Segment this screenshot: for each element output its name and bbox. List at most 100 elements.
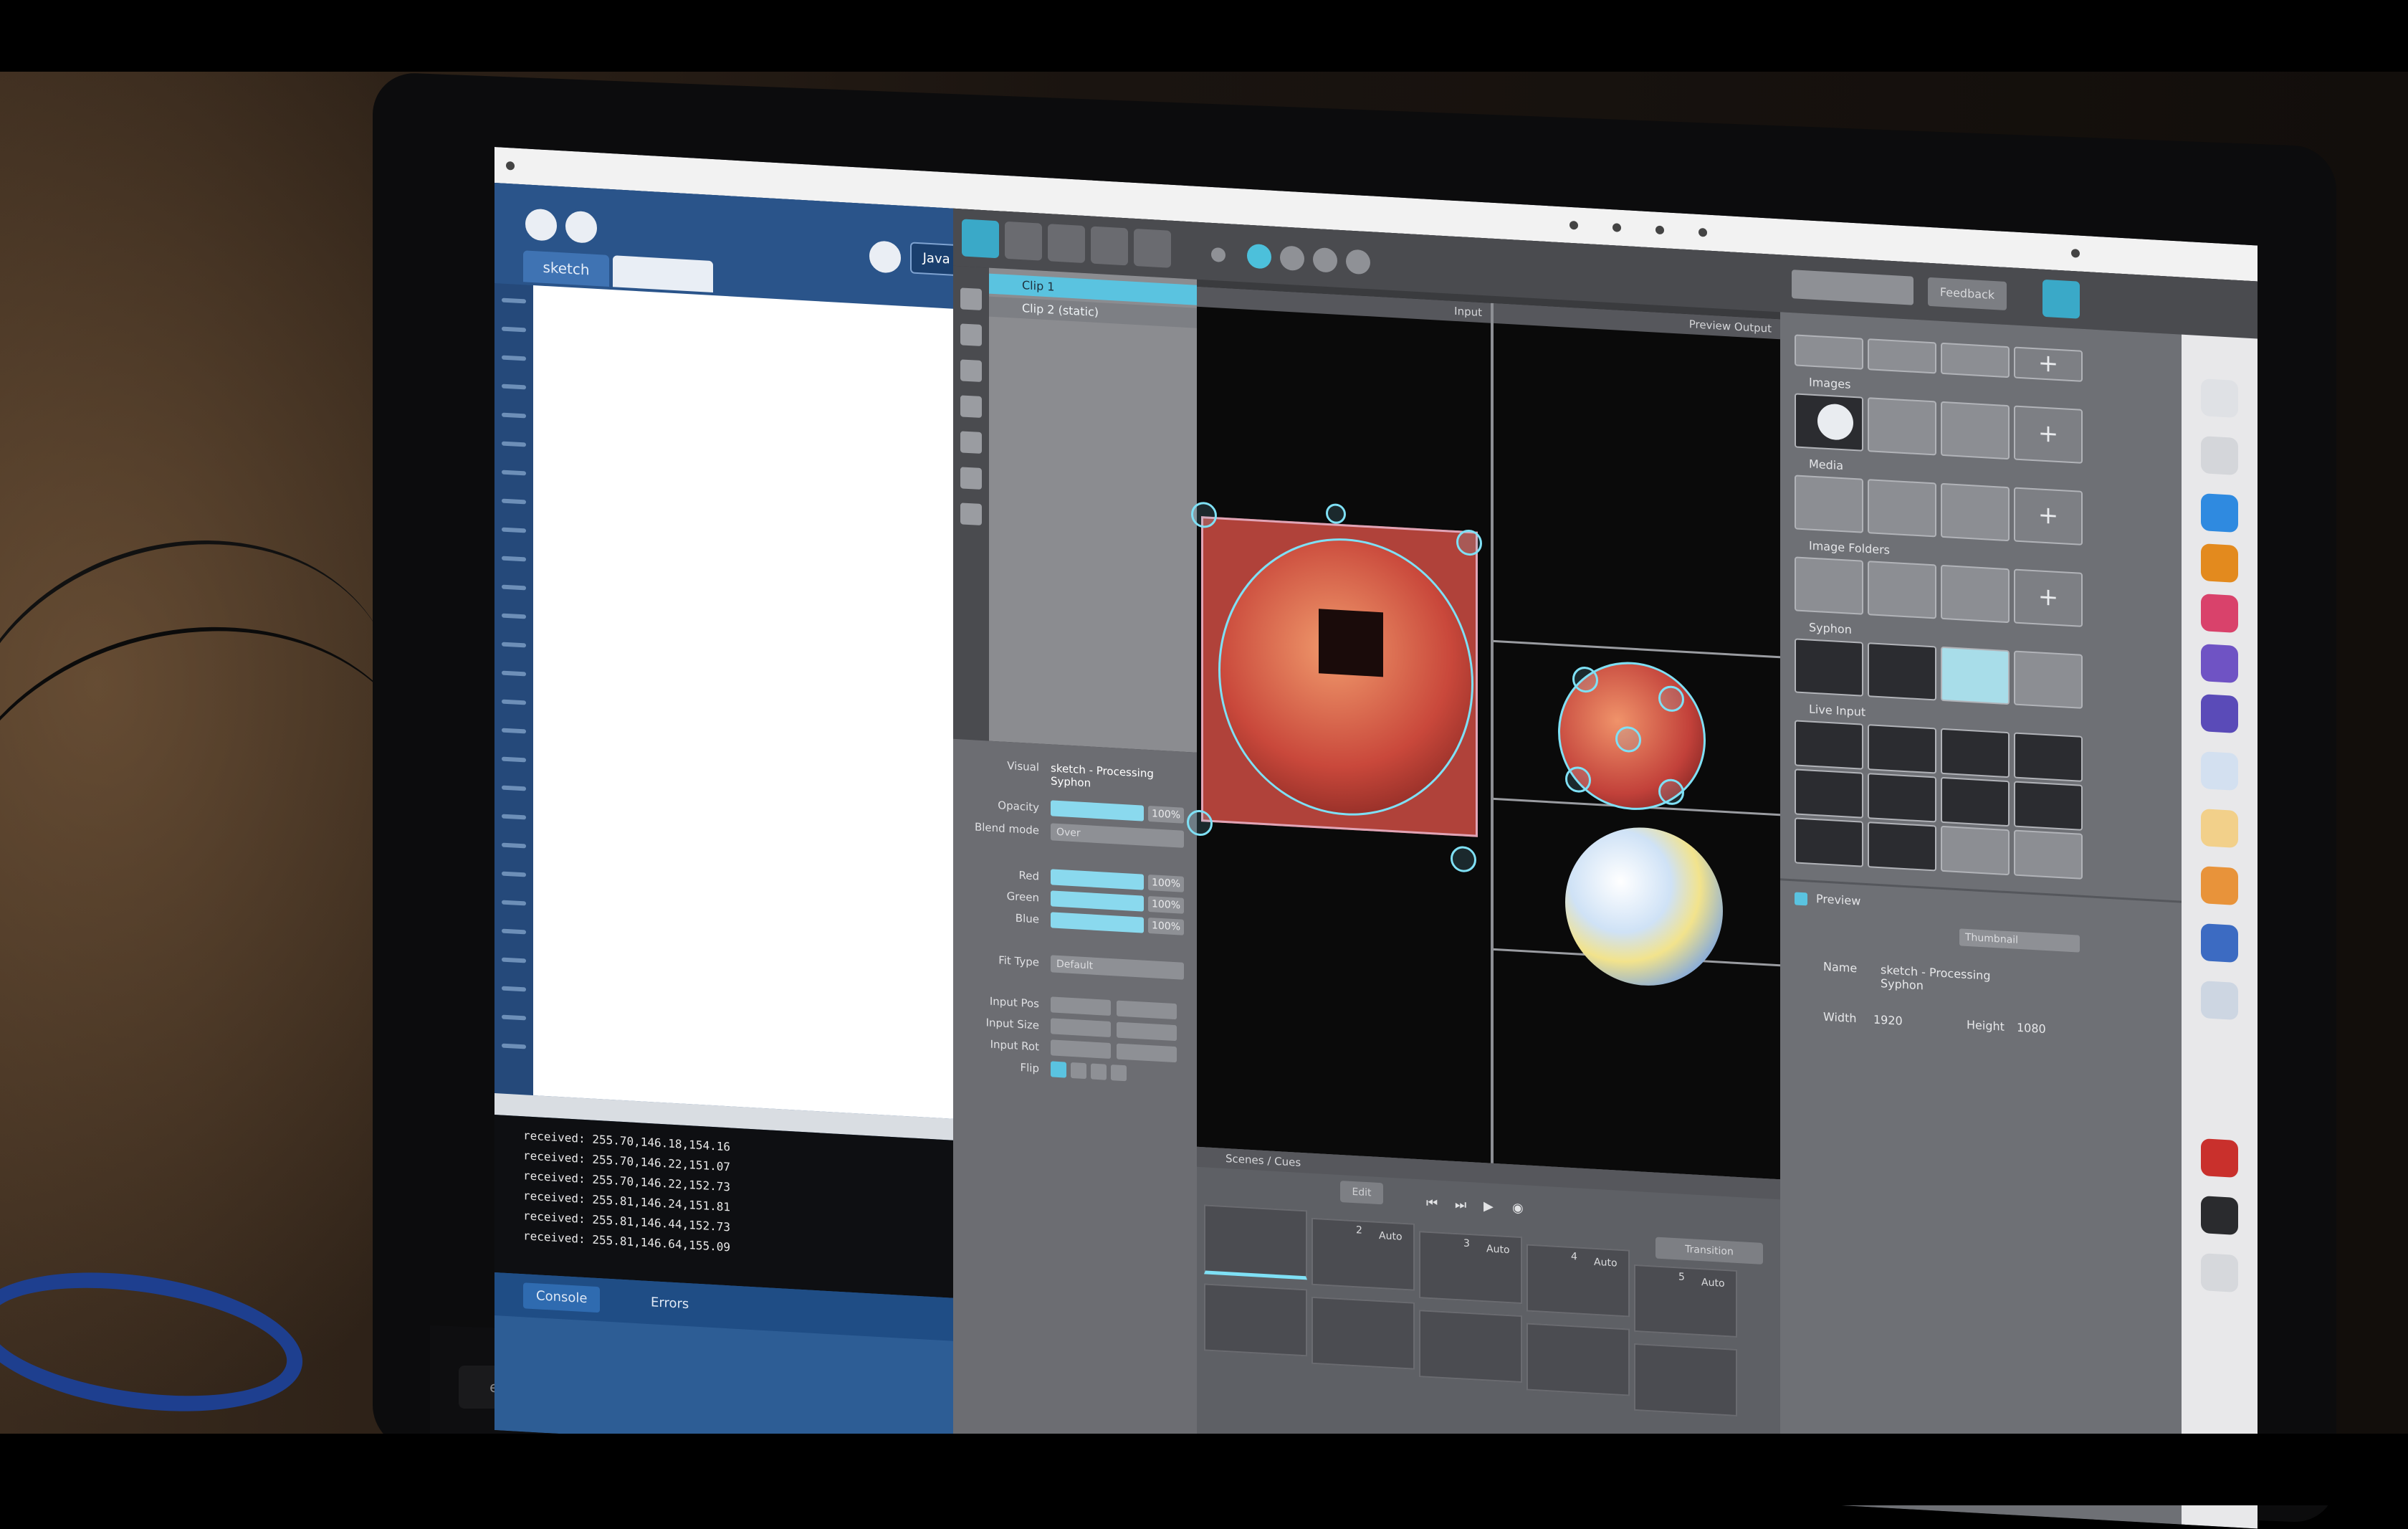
live-input-thumb[interactable] xyxy=(1795,768,1863,819)
tab-console[interactable]: Console xyxy=(523,1282,601,1313)
preview-checkbox[interactable] xyxy=(1795,892,1807,906)
fit-type-select[interactable]: Default xyxy=(1051,955,1184,980)
shape-tool-button[interactable] xyxy=(1005,221,1042,261)
live-input-thumb[interactable] xyxy=(2014,732,2083,782)
pen-tool-icon[interactable] xyxy=(960,323,982,347)
status-icon[interactable] xyxy=(1570,220,1578,230)
rotate-handle[interactable] xyxy=(1326,502,1346,525)
acrobat-icon[interactable] xyxy=(2201,1138,2238,1178)
add-folder-button[interactable]: + xyxy=(2014,568,2083,627)
cue-cell[interactable] xyxy=(1526,1323,1630,1396)
cue-cell-2[interactable]: 2 Auto xyxy=(1312,1217,1415,1291)
flip-h-button[interactable] xyxy=(1071,1062,1086,1080)
circle-tool-icon[interactable] xyxy=(960,395,982,419)
red-value[interactable]: 100% xyxy=(1148,874,1184,892)
thermal-sphere[interactable] xyxy=(1565,823,1723,990)
after-effects-icon[interactable] xyxy=(2201,694,2238,734)
live-input-thumb[interactable] xyxy=(1941,728,2010,778)
triangle-tool-icon[interactable] xyxy=(960,359,982,383)
live-input-thumb[interactable] xyxy=(1868,821,1936,872)
trash-icon[interactable] xyxy=(2201,1253,2238,1293)
mask-tool-icon[interactable] xyxy=(960,502,982,526)
cue-cell[interactable] xyxy=(1634,1343,1737,1416)
syphon-source[interactable] xyxy=(1941,646,2010,705)
record-icon[interactable] xyxy=(1211,247,1226,263)
cue-cell[interactable] xyxy=(1312,1296,1415,1370)
input-pos-y[interactable] xyxy=(1117,1000,1177,1020)
loop-icon[interactable]: ◉ xyxy=(1512,1200,1528,1216)
feedback-button[interactable]: Feedback xyxy=(1928,277,2007,310)
status-icon[interactable] xyxy=(1698,227,1707,237)
gear-icon[interactable] xyxy=(1134,228,1171,268)
input-rot-value[interactable] xyxy=(1051,1039,1111,1059)
add-media-button[interactable]: + xyxy=(2014,487,2083,546)
quad-tool-icon[interactable] xyxy=(960,431,982,454)
media-slot[interactable] xyxy=(1868,479,1936,538)
finder-icon[interactable] xyxy=(2201,378,2238,419)
cue-cell-3[interactable]: 3 Auto xyxy=(1419,1231,1522,1305)
add-image-button[interactable]: + xyxy=(2014,405,2083,464)
folder-slot[interactable] xyxy=(1795,556,1863,615)
app-icon[interactable] xyxy=(2201,866,2238,906)
debug-button[interactable] xyxy=(867,238,903,276)
flip-both-button[interactable] xyxy=(1111,1064,1127,1082)
add-item-button[interactable]: + xyxy=(2014,346,2083,382)
prev-icon[interactable]: ⏮ xyxy=(1426,1196,1442,1212)
blend-select[interactable]: Over xyxy=(1051,823,1184,848)
media-slot[interactable] xyxy=(1795,475,1863,533)
input-canvas[interactable]: Input xyxy=(1187,286,1494,1163)
effects-tool-button[interactable] xyxy=(1091,226,1128,266)
input-pos-x[interactable] xyxy=(1051,996,1111,1016)
library-thumb[interactable] xyxy=(1795,334,1863,370)
input-size-h[interactable] xyxy=(1117,1021,1177,1042)
indesign-icon[interactable] xyxy=(2201,594,2238,634)
photoshop-icon[interactable] xyxy=(2201,493,2238,533)
stop-button[interactable] xyxy=(563,208,599,247)
cue-cell-5[interactable]: 5 Auto xyxy=(1634,1264,1737,1338)
app-icon[interactable] xyxy=(2201,923,2238,963)
flip-v-button[interactable] xyxy=(1091,1063,1107,1080)
input-size-w[interactable] xyxy=(1051,1018,1111,1038)
run-button[interactable] xyxy=(523,206,559,244)
input-rot-extra[interactable] xyxy=(1117,1043,1177,1063)
media-tool-button[interactable] xyxy=(1048,224,1085,264)
opacity-slider[interactable] xyxy=(1051,800,1144,821)
play-icon[interactable]: ▶ xyxy=(1484,1199,1499,1215)
syphon-source[interactable] xyxy=(1868,642,1936,701)
opacity-value[interactable]: 100% xyxy=(1148,805,1184,824)
edit-button[interactable]: Edit xyxy=(1340,1180,1383,1205)
tab-errors[interactable]: Errors xyxy=(638,1289,702,1318)
green-slider[interactable] xyxy=(1051,890,1144,912)
output-select[interactable] xyxy=(1792,270,1914,305)
view-mode-button[interactable] xyxy=(1280,245,1304,272)
blue-value[interactable]: 100% xyxy=(1148,917,1184,935)
illustrator-icon[interactable] xyxy=(2201,543,2238,584)
cue-cell[interactable] xyxy=(1204,1283,1307,1357)
corner-handle[interactable] xyxy=(1451,845,1476,873)
image-thumb[interactable] xyxy=(1795,393,1863,452)
app-icon[interactable] xyxy=(2201,751,2238,791)
fullscreen-button[interactable] xyxy=(2042,279,2080,319)
status-icon[interactable] xyxy=(1656,225,1664,235)
tab-blank[interactable] xyxy=(613,255,713,293)
syphon-source[interactable] xyxy=(1795,638,1863,697)
output-canvas[interactable]: Preview Output xyxy=(1494,303,1780,1180)
green-value[interactable]: 100% xyxy=(1148,895,1184,914)
live-input-slot[interactable] xyxy=(1941,825,2010,876)
premiere-icon[interactable] xyxy=(2201,644,2238,684)
library-thumb[interactable] xyxy=(1941,342,2010,378)
live-input-thumb[interactable] xyxy=(2014,781,2083,831)
view-mode-button[interactable] xyxy=(1247,243,1271,270)
image-slot[interactable] xyxy=(1868,397,1936,456)
app-icon[interactable] xyxy=(2201,981,2238,1021)
live-input-thumb[interactable] xyxy=(1868,724,1936,774)
status-icon[interactable] xyxy=(2071,248,2080,258)
select-tool-icon[interactable] xyxy=(960,287,982,311)
live-input-thumb[interactable] xyxy=(1795,817,1863,867)
live-input-thumb[interactable] xyxy=(1868,773,1936,823)
app-icon[interactable] xyxy=(2201,1196,2238,1236)
code-editor[interactable] xyxy=(533,285,953,1119)
live-input-slot[interactable] xyxy=(2014,829,2083,880)
next-icon[interactable]: ⏭ xyxy=(1455,1197,1471,1214)
surface-tool-button[interactable] xyxy=(962,219,999,259)
